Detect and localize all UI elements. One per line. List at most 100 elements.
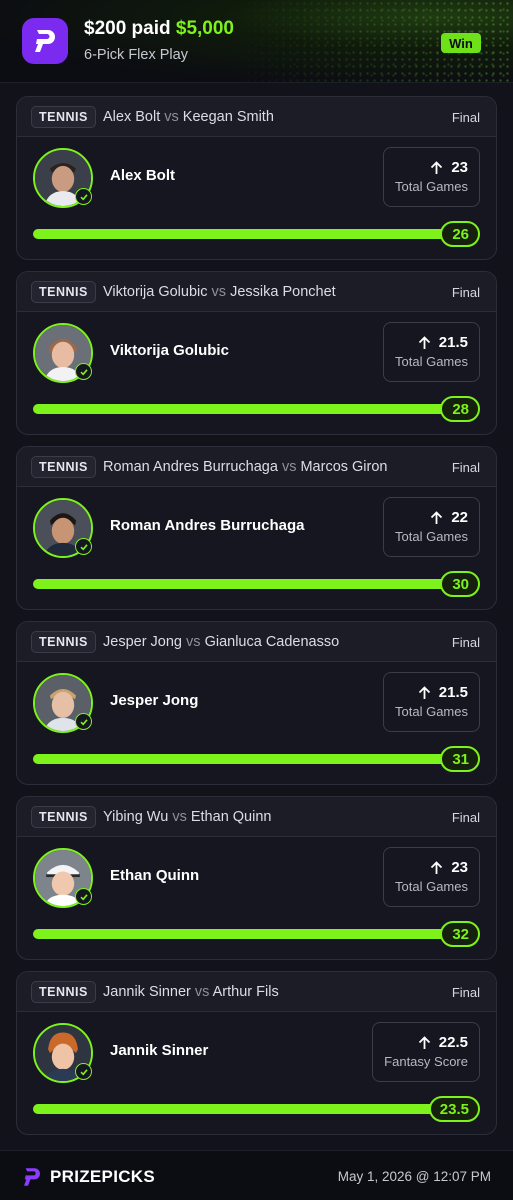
- result-progress-fill: [33, 229, 463, 239]
- matchup-player-b: Gianluca Cadenasso: [204, 634, 340, 650]
- pick-card[interactable]: TENNIS Viktorija Golubic vs Jessika Ponc…: [16, 271, 497, 435]
- matchup-player-b: Jessika Ponchet: [230, 284, 336, 300]
- result-value: 23.5: [428, 1096, 480, 1122]
- pick-card-header: TENNIS Viktorija Golubic vs Jessika Ponc…: [17, 272, 496, 312]
- more-arrow-up-icon: [418, 335, 430, 349]
- player-name: Jannik Sinner: [110, 1042, 209, 1059]
- projection-line: 21.5: [438, 334, 468, 351]
- stat-type: Total Games: [395, 529, 468, 544]
- sport-tag: TENNIS: [31, 981, 96, 1003]
- pick-card[interactable]: TENNIS Jannik Sinner vs Arthur Fils Fina…: [16, 971, 497, 1135]
- result-value: 30: [440, 571, 480, 597]
- projection-box: 21.5 Total Games: [383, 672, 480, 732]
- matchup-vs: vs: [211, 284, 227, 300]
- player-name: Viktorija Golubic: [110, 342, 229, 359]
- prizepicks-p-icon: [35, 30, 55, 52]
- result-progress-fill: [33, 404, 463, 414]
- pick-card[interactable]: TENNIS Jesper Jong vs Gianluca Cadenasso…: [16, 621, 497, 785]
- sport-tag: TENNIS: [31, 806, 96, 828]
- pick-card-header: TENNIS Jannik Sinner vs Arthur Fils Fina…: [17, 972, 496, 1012]
- game-status: Final: [451, 985, 480, 1000]
- result-progress-track: [33, 404, 463, 414]
- projection-line: 23: [451, 159, 468, 176]
- hit-check-icon: [75, 713, 92, 730]
- player-name: Jesper Jong: [110, 692, 199, 709]
- matchup-vs: vs: [194, 984, 210, 1000]
- stat-type: Total Games: [395, 354, 468, 369]
- hit-check-icon: [75, 363, 92, 380]
- footer-logo: PRIZEPICKS: [20, 1165, 155, 1189]
- more-arrow-up-icon: [418, 685, 430, 699]
- player-name: Roman Andres Burruchaga: [110, 517, 305, 534]
- prizepicks-logo-icon: [22, 18, 68, 64]
- game-status: Final: [451, 110, 480, 125]
- matchup-player-a: Viktorija Golubic: [103, 284, 208, 300]
- projection-box: 23 Total Games: [383, 847, 480, 907]
- matchup-player-b: Keegan Smith: [182, 109, 274, 125]
- sport-tag: TENNIS: [31, 456, 96, 478]
- matchup-player-a: Alex Bolt: [103, 109, 161, 125]
- matchup: Roman Andres Burruchaga vs Marcos Giron: [103, 459, 388, 475]
- matchup: Alex Bolt vs Keegan Smith: [103, 109, 274, 125]
- pick-card[interactable]: TENNIS Roman Andres Burruchaga vs Marcos…: [16, 446, 497, 610]
- amount-paid: $200 paid: [84, 18, 171, 39]
- prizepicks-p-icon: [24, 1168, 40, 1186]
- matchup: Jesper Jong vs Gianluca Cadenasso: [103, 634, 339, 650]
- result-progress-fill: [33, 1104, 463, 1114]
- win-badge: Win: [441, 33, 481, 53]
- projection-line: 22: [451, 509, 468, 526]
- hit-check-icon: [75, 1063, 92, 1080]
- matchup-vs: vs: [281, 459, 297, 475]
- footer: PRIZEPICKS May 1, 2026 @ 12:07 PM: [0, 1150, 513, 1200]
- brand-wordmark: PRIZEPICKS: [50, 1167, 156, 1186]
- payout-amount: $5,000: [175, 18, 235, 39]
- picks-list: TENNIS Alex Bolt vs Keegan Smith Final A…: [0, 82, 513, 1150]
- player-name: Ethan Quinn: [110, 867, 200, 884]
- matchup-vs: vs: [172, 809, 187, 825]
- hit-check-icon: [75, 538, 92, 555]
- result-progress-track: [33, 1104, 463, 1114]
- play-type: 6-Pick Flex Play: [84, 47, 188, 63]
- stat-type: Fantasy Score: [384, 1054, 468, 1069]
- pick-card[interactable]: TENNIS Yibing Wu vs Ethan Quinn Final Et…: [16, 796, 497, 960]
- pick-card-header: TENNIS Alex Bolt vs Keegan Smith Final: [17, 97, 496, 137]
- projection-box: 22.5 Fantasy Score: [372, 1022, 480, 1082]
- entry-header: $200 paid $5,000 6-Pick Flex Play Win: [0, 0, 513, 82]
- player-name: Alex Bolt: [110, 167, 176, 184]
- matchup: Jannik Sinner vs Arthur Fils: [103, 984, 279, 1000]
- matchup-player-a: Roman Andres Burruchaga: [103, 459, 278, 475]
- result-progress-track: [33, 929, 463, 939]
- result-progress-track: [33, 754, 463, 764]
- matchup-player-b: Ethan Quinn: [190, 809, 272, 825]
- result-progress-fill: [33, 579, 463, 589]
- matchup-player-a: Yibing Wu: [103, 809, 169, 825]
- timestamp: May 1, 2026 @ 12:07 PM: [337, 1169, 491, 1184]
- result-value: 28: [440, 396, 480, 422]
- matchup-player-a: Jannik Sinner: [103, 984, 191, 1000]
- projection-box: 23 Total Games: [383, 147, 480, 207]
- matchup-player-b: Arthur Fils: [212, 984, 279, 1000]
- pick-card[interactable]: TENNIS Alex Bolt vs Keegan Smith Final A…: [16, 96, 497, 260]
- header-texture: [0, 0, 513, 82]
- matchup-player-a: Jesper Jong: [103, 634, 182, 650]
- more-arrow-up-icon: [431, 860, 443, 874]
- matchup-player-b: Marcos Giron: [300, 459, 388, 475]
- projection-line: 21.5: [438, 684, 468, 701]
- matchup-vs: vs: [186, 634, 201, 650]
- sport-tag: TENNIS: [31, 106, 96, 128]
- result-value: 31: [440, 746, 480, 772]
- game-status: Final: [451, 460, 480, 475]
- result-progress-track: [33, 579, 463, 589]
- matchup: Viktorija Golubic vs Jessika Ponchet: [103, 284, 336, 300]
- projection-line: 23: [451, 859, 468, 876]
- result-progress-track: [33, 229, 463, 239]
- result-progress-fill: [33, 754, 463, 764]
- pick-card-header: TENNIS Jesper Jong vs Gianluca Cadenasso…: [17, 622, 496, 662]
- game-status: Final: [451, 635, 480, 650]
- game-status: Final: [451, 810, 480, 825]
- game-status: Final: [451, 285, 480, 300]
- pick-card-header: TENNIS Roman Andres Burruchaga vs Marcos…: [17, 447, 496, 487]
- stat-type: Total Games: [395, 704, 468, 719]
- stat-type: Total Games: [395, 879, 468, 894]
- more-arrow-up-icon: [431, 160, 443, 174]
